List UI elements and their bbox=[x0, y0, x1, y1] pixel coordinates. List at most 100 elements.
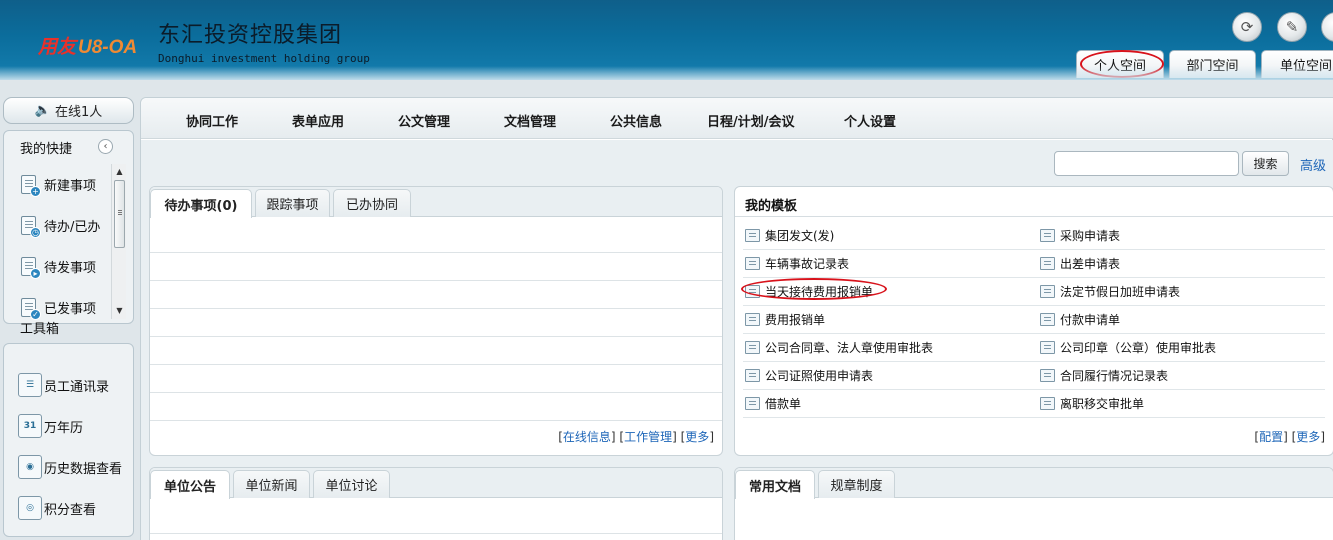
templates-more-link[interactable]: 更多 bbox=[1296, 430, 1320, 444]
menu-item-collab[interactable]: 协同工作 bbox=[186, 111, 238, 130]
list-row bbox=[150, 393, 722, 421]
template-item[interactable]: 付款申请单 bbox=[1040, 311, 1120, 328]
tab-done[interactable]: 已办协同 bbox=[333, 189, 411, 217]
menu-item-official-docs[interactable]: 公文管理 bbox=[398, 111, 450, 130]
template-label: 车辆事故记录表 bbox=[765, 257, 850, 271]
tab-unit-discussion[interactable]: 单位讨论 bbox=[313, 470, 390, 498]
tab-common-docs[interactable]: 常用文档 bbox=[735, 470, 815, 499]
template-label: 当天接待费用报销单 bbox=[765, 285, 874, 299]
points-icon: ◎ bbox=[18, 496, 42, 520]
template-item[interactable]: 公司证照使用申请表 bbox=[745, 367, 873, 384]
help-icon[interactable]: ? bbox=[1321, 12, 1333, 42]
quick-item-todo[interactable]: ◷ 待办/已办 bbox=[9, 205, 110, 246]
menu-item-forms[interactable]: 表单应用 bbox=[292, 111, 344, 130]
quick-item-label: 已发事项 bbox=[44, 302, 97, 317]
company-name: 东汇投资控股集团 bbox=[158, 23, 343, 48]
contacts-icon: ☰ bbox=[18, 373, 42, 397]
tab-personal-space[interactable]: 个人空间 bbox=[1076, 50, 1164, 78]
template-label: 借款单 bbox=[765, 397, 802, 411]
tools-icon[interactable]: ✎ bbox=[1277, 12, 1307, 42]
tool-item-points[interactable]: ◎ 积分查看 bbox=[18, 496, 96, 520]
template-item[interactable]: 集团发文(发) bbox=[745, 227, 834, 244]
tool-item-label: 历史数据查看 bbox=[44, 461, 123, 477]
bulletin-tabs: 单位公告 单位新闻 单位讨论 bbox=[150, 468, 722, 499]
form-icon bbox=[745, 257, 760, 270]
scroll-down-icon[interactable]: ▼ bbox=[112, 304, 127, 318]
form-icon bbox=[745, 369, 760, 382]
tab-unit-space-label: 单位空间 bbox=[1279, 59, 1332, 74]
tab-pending[interactable]: 待办事项(0) bbox=[150, 189, 252, 218]
template-item[interactable]: 借款单 bbox=[745, 395, 801, 412]
content-area: 搜索 高级 待办事项(0) 跟踪事项 已办协同 [在线信息] [工作管理] [更… bbox=[141, 140, 1333, 540]
pending-list bbox=[150, 225, 722, 421]
row-divider bbox=[743, 305, 1325, 306]
template-item[interactable]: 车辆事故记录表 bbox=[745, 255, 849, 272]
row-divider bbox=[743, 249, 1325, 250]
product-logo: 用友 U8-OA bbox=[38, 32, 137, 59]
quick-scrollbar[interactable]: ▲ ▼ bbox=[111, 164, 126, 319]
search-button[interactable]: 搜索 bbox=[1242, 151, 1289, 176]
tab-tracking[interactable]: 跟踪事项 bbox=[255, 189, 330, 217]
tab-regulations[interactable]: 规章制度 bbox=[818, 470, 895, 498]
row-divider bbox=[743, 277, 1325, 278]
template-item[interactable]: 采购申请表 bbox=[1040, 227, 1120, 244]
tool-item-label: 积分查看 bbox=[44, 502, 97, 518]
speaker-icon: 🔈 bbox=[34, 103, 51, 118]
menu-item-documents[interactable]: 文档管理 bbox=[504, 111, 556, 130]
sent-doc-icon: ✓ bbox=[19, 296, 41, 320]
template-item[interactable]: 法定节假日加班申请表 bbox=[1040, 283, 1180, 300]
template-label: 付款申请单 bbox=[1060, 313, 1121, 327]
logo-brand: 用友 bbox=[38, 37, 77, 58]
tab-unit-bulletin[interactable]: 单位公告 bbox=[150, 470, 230, 499]
refresh-icon[interactable]: ⟳ bbox=[1232, 12, 1262, 42]
search-input[interactable] bbox=[1054, 151, 1239, 176]
quick-item-sent[interactable]: ✓ 已发事项 bbox=[9, 287, 110, 321]
work-manage-link[interactable]: 工作管理 bbox=[624, 430, 672, 444]
tab-department-space[interactable]: 部门空间 bbox=[1169, 50, 1256, 78]
pending-more-link[interactable]: 更多 bbox=[685, 430, 709, 444]
template-label: 公司证照使用申请表 bbox=[765, 369, 874, 383]
online-users-button[interactable]: 🔈 在线1人 bbox=[3, 97, 134, 124]
template-item[interactable]: 出差申请表 bbox=[1040, 255, 1120, 272]
tab-unit-space[interactable]: 单位空间 bbox=[1261, 50, 1333, 78]
template-item[interactable]: 公司合同章、法人章使用审批表 bbox=[745, 339, 933, 356]
template-item[interactable]: 合同履行情况记录表 bbox=[1040, 367, 1168, 384]
menu-item-public-info[interactable]: 公共信息 bbox=[610, 111, 662, 130]
template-item[interactable]: 公司印章（公章）使用审批表 bbox=[1040, 339, 1216, 356]
scroll-up-icon[interactable]: ▲ bbox=[112, 165, 127, 179]
template-label: 费用报销单 bbox=[765, 313, 826, 327]
form-icon bbox=[745, 397, 760, 410]
online-info-link[interactable]: 在线信息 bbox=[563, 430, 611, 444]
template-label: 出差申请表 bbox=[1060, 257, 1121, 271]
menu-item-settings[interactable]: 个人设置 bbox=[844, 111, 896, 130]
logo-product: U8-OA bbox=[78, 37, 138, 58]
list-row bbox=[150, 253, 722, 281]
configure-link[interactable]: 配置 bbox=[1259, 430, 1283, 444]
template-label: 公司印章（公章）使用审批表 bbox=[1060, 341, 1217, 355]
bulletin-box: 单位公告 单位新闻 单位讨论 bbox=[149, 467, 723, 540]
form-icon bbox=[1040, 341, 1055, 354]
tab-unit-news[interactable]: 单位新闻 bbox=[233, 470, 310, 498]
collapse-icon[interactable]: ‹ bbox=[98, 139, 113, 154]
template-label: 法定节假日加班申请表 bbox=[1060, 285, 1181, 299]
quick-item-new[interactable]: + 新建事项 bbox=[9, 164, 110, 205]
form-icon bbox=[745, 341, 760, 354]
quick-list: + 新建事项 ◷ 待办/已办 ▸ 待发事项 ✓ 已发事项 bbox=[9, 164, 110, 321]
tool-item-calendar[interactable]: 31 万年历 bbox=[18, 414, 83, 438]
advanced-search-link[interactable]: 高级 bbox=[1300, 155, 1326, 174]
template-item[interactable]: 当天接待费用报销单 bbox=[745, 283, 873, 300]
menu-item-schedule[interactable]: 日程/计划/会议 bbox=[707, 111, 795, 130]
form-icon bbox=[745, 229, 760, 242]
row-divider bbox=[743, 361, 1325, 362]
quick-item-pending-send[interactable]: ▸ 待发事项 bbox=[9, 246, 110, 287]
quick-title: 我的快捷 bbox=[20, 141, 73, 157]
scroll-thumb[interactable] bbox=[114, 180, 125, 248]
form-icon bbox=[1040, 285, 1055, 298]
list-row bbox=[150, 337, 722, 365]
tool-item-history[interactable]: ◉ 历史数据查看 bbox=[18, 455, 122, 479]
tool-item-directory[interactable]: ☰ 员工通讯录 bbox=[18, 373, 109, 397]
toolbox-title: 工具箱 bbox=[20, 322, 60, 337]
form-icon bbox=[1040, 397, 1055, 410]
template-item[interactable]: 离职移交审批单 bbox=[1040, 395, 1144, 412]
template-item[interactable]: 费用报销单 bbox=[745, 311, 825, 328]
